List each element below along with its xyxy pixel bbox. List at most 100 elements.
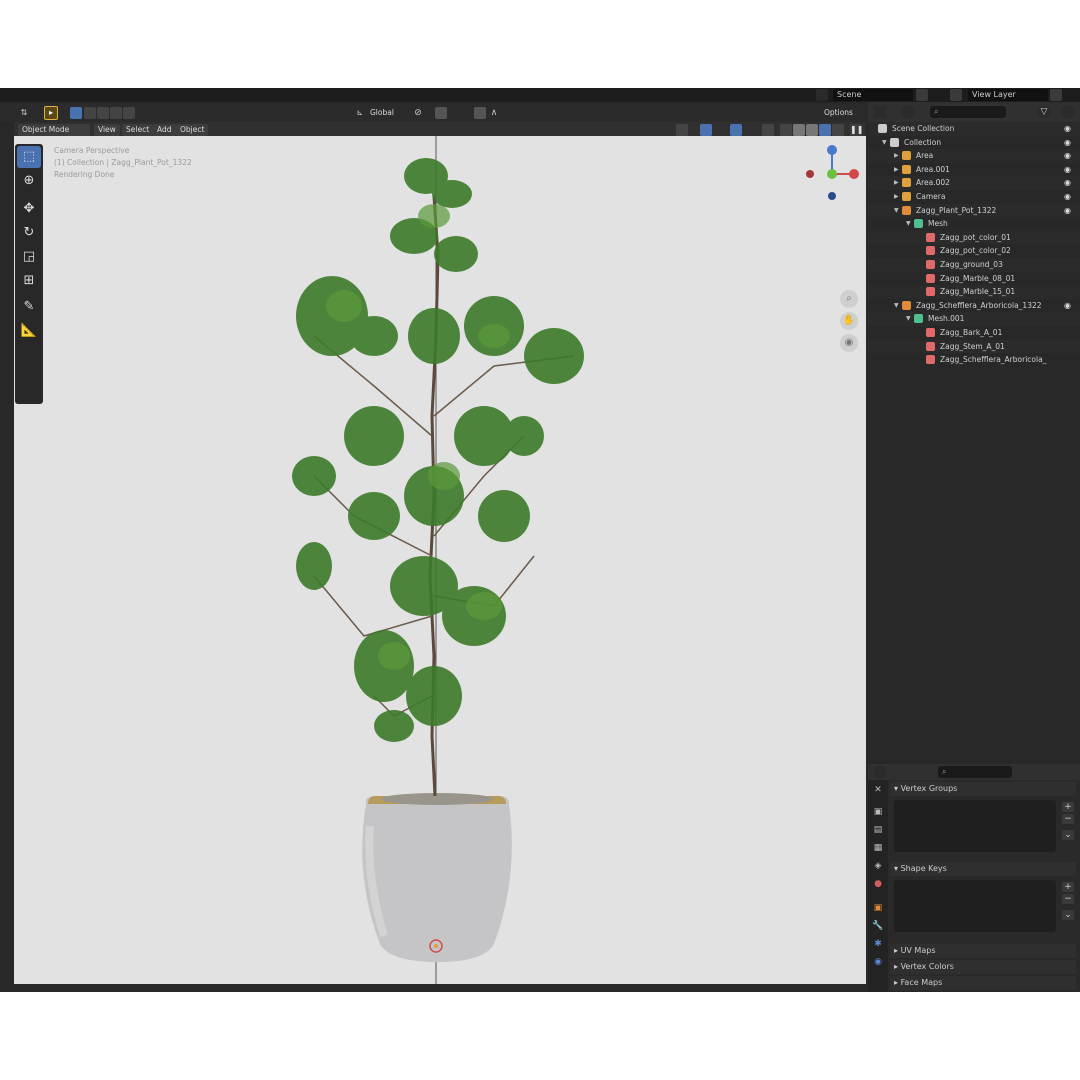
3d-viewport[interactable]: Camera Perspective (1) Collection | Zagg…	[14, 136, 866, 984]
visibility-eye-icon[interactable]: ◉	[1064, 299, 1071, 313]
object-menu[interactable]: Object	[176, 124, 209, 136]
scene-name-field[interactable]: Scene	[833, 89, 913, 101]
visibility-eye-icon[interactable]: ◉	[1064, 176, 1071, 190]
expand-toggle-icon[interactable]: ▼	[906, 312, 911, 326]
cursor-tool-icon[interactable]: ⊕	[17, 170, 41, 192]
falloff-icon[interactable]: ∧	[488, 107, 500, 119]
view-layer-remove-icon[interactable]	[1066, 89, 1078, 101]
outliner-row[interactable]: Zagg_Marble_15_01	[868, 285, 1080, 299]
shape-key-add-button[interactable]: +	[1062, 882, 1074, 892]
outliner-row[interactable]: Zagg_Stem_A_01	[868, 339, 1080, 354]
new-collection-icon[interactable]	[1062, 106, 1074, 118]
face-maps-panel-header[interactable]: ▸ Face Maps	[890, 976, 1076, 990]
world-tab-icon[interactable]: ●	[872, 878, 884, 890]
pivot-point-icon[interactable]: ⊘	[412, 107, 424, 119]
expand-toggle-icon[interactable]: ▶	[894, 176, 899, 190]
outliner-row[interactable]: Zagg_pot_color_01	[868, 230, 1080, 245]
select-box-tool-icon[interactable]: ⬚	[17, 146, 41, 168]
scene-remove-icon[interactable]	[932, 89, 944, 101]
snap-target-icon[interactable]	[448, 107, 460, 119]
wireframe-shading-icon[interactable]	[780, 124, 792, 136]
visibility-eye-icon[interactable]: ◉	[1064, 204, 1071, 218]
display-mode-icon[interactable]	[902, 106, 914, 118]
output-tab-icon[interactable]: ▤	[872, 824, 884, 836]
outliner-row[interactable]: Zagg_Bark_A_01	[868, 326, 1080, 340]
pan-hand-icon[interactable]: ✋	[840, 312, 858, 330]
proportional-edit-icon[interactable]	[474, 107, 486, 119]
outliner-row[interactable]: ▼ Mesh.001	[868, 312, 1080, 326]
filter-icon[interactable]: ▽	[1038, 106, 1050, 118]
view-layer-field[interactable]: View Layer	[968, 89, 1048, 101]
expand-toggle-icon[interactable]: ▼	[894, 204, 899, 218]
measure-tool-icon[interactable]: 📐	[17, 320, 41, 342]
modifier-tab-icon[interactable]: 🔧	[872, 920, 884, 932]
outliner-row[interactable]: ▼ Collection ◉	[868, 136, 1080, 150]
active-tool-icon[interactable]: ▸	[44, 106, 58, 120]
outliner-row[interactable]: Zagg_Marble_08_01	[868, 272, 1080, 286]
scene-tab-icon[interactable]: ◈	[872, 860, 884, 872]
vertex-colors-panel-header[interactable]: ▸ Vertex Colors	[890, 960, 1076, 974]
expand-toggle-icon[interactable]: ▶	[894, 149, 899, 163]
visibility-icon[interactable]	[676, 124, 688, 136]
editor-type-icon[interactable]: ⇅	[18, 107, 30, 119]
tool-tab-icon[interactable]: ✕	[872, 784, 884, 796]
outliner-search-input[interactable]: ⌕	[930, 106, 1006, 118]
outliner-row[interactable]: ▼ Zagg_Plant_Pot_1322 ◉	[868, 203, 1080, 218]
shape-key-remove-button[interactable]: −	[1062, 894, 1074, 904]
transform-tool-icon[interactable]: ⊞	[17, 270, 41, 292]
select-new-icon[interactable]	[70, 107, 82, 119]
outliner-row[interactable]: ▼ Zagg_Schefflera_Arboricola_1322 ◉	[868, 299, 1080, 313]
physics-tab-icon[interactable]: ◉	[872, 956, 884, 968]
vertex-groups-panel-header[interactable]: ▾ Vertex Groups	[890, 782, 1076, 796]
pause-render-icon[interactable]: ❚❚	[850, 124, 863, 136]
gizmo-toggle-icon[interactable]	[700, 124, 712, 136]
outliner-editor-type-icon[interactable]	[874, 106, 886, 118]
visibility-eye-icon[interactable]: ◉	[1064, 149, 1071, 163]
outliner-row[interactable]: ▶ Area.002 ◉	[868, 176, 1080, 190]
particles-tab-icon[interactable]: ✱	[872, 938, 884, 950]
view-layer-tab-icon[interactable]: ▦	[872, 842, 884, 854]
render-tab-icon[interactable]: ▣	[872, 806, 884, 818]
properties-editor-type-icon[interactable]	[874, 766, 886, 778]
outliner-row[interactable]: ▶ Camera ◉	[868, 190, 1080, 204]
transform-orientation-dropdown[interactable]: Global	[366, 107, 398, 119]
scene-copy-icon[interactable]	[916, 89, 928, 101]
expand-toggle-icon[interactable]: ▶	[894, 163, 899, 177]
view-layer-browse-icon[interactable]	[950, 89, 962, 101]
select-intersect-icon[interactable]	[123, 107, 135, 119]
view-layer-copy-icon[interactable]	[1050, 89, 1062, 101]
outliner-row[interactable]: ▶ Area.001 ◉	[868, 163, 1080, 177]
annotate-tool-icon[interactable]: ✎	[17, 296, 41, 318]
visibility-eye-icon[interactable]: ◉	[1064, 136, 1071, 150]
visibility-eye-icon[interactable]: ◉	[1064, 122, 1071, 136]
outliner-row[interactable]: ▶ Area ◉	[868, 149, 1080, 163]
expand-toggle-icon[interactable]: ▶	[894, 190, 899, 204]
outliner-row[interactable]: Scene Collection ◉	[868, 122, 1080, 136]
solid-shading-icon[interactable]	[793, 124, 805, 136]
select-menu[interactable]: Select	[122, 124, 154, 136]
outliner-row[interactable]: Zagg_ground_03	[868, 258, 1080, 272]
options-dropdown[interactable]: Options	[820, 107, 857, 119]
move-tool-icon[interactable]: ✥	[17, 198, 41, 220]
mode-dropdown[interactable]: Object Mode	[18, 124, 90, 136]
rendered-shading-icon[interactable]	[819, 124, 831, 136]
view-menu[interactable]: View	[94, 124, 120, 136]
shape-keys-panel-header[interactable]: ▾ Shape Keys	[890, 862, 1076, 876]
visibility-eye-icon[interactable]: ◉	[1064, 163, 1071, 177]
select-subtract-icon[interactable]	[97, 107, 109, 119]
scene-browse-icon[interactable]	[816, 89, 828, 101]
object-tab-icon[interactable]: ▣	[872, 902, 884, 914]
shape-keys-list[interactable]	[894, 880, 1056, 932]
snap-toggle-icon[interactable]	[435, 107, 447, 119]
visibility-eye-icon[interactable]: ◉	[1064, 190, 1071, 204]
properties-search-input[interactable]: ⌕	[938, 766, 1012, 778]
navigation-gizmo[interactable]	[798, 142, 868, 212]
outliner-row[interactable]: Zagg_pot_color_02	[868, 244, 1080, 258]
uv-maps-panel-header[interactable]: ▸ UV Maps	[890, 944, 1076, 958]
scale-tool-icon[interactable]: ◲	[17, 246, 41, 268]
vertex-group-menu-button[interactable]: ⌄	[1062, 830, 1074, 840]
expand-toggle-icon[interactable]: ▼	[882, 136, 887, 150]
camera-view-icon[interactable]: ◉	[840, 334, 858, 352]
material-shading-icon[interactable]	[806, 124, 818, 136]
xray-toggle-icon[interactable]	[762, 124, 774, 136]
